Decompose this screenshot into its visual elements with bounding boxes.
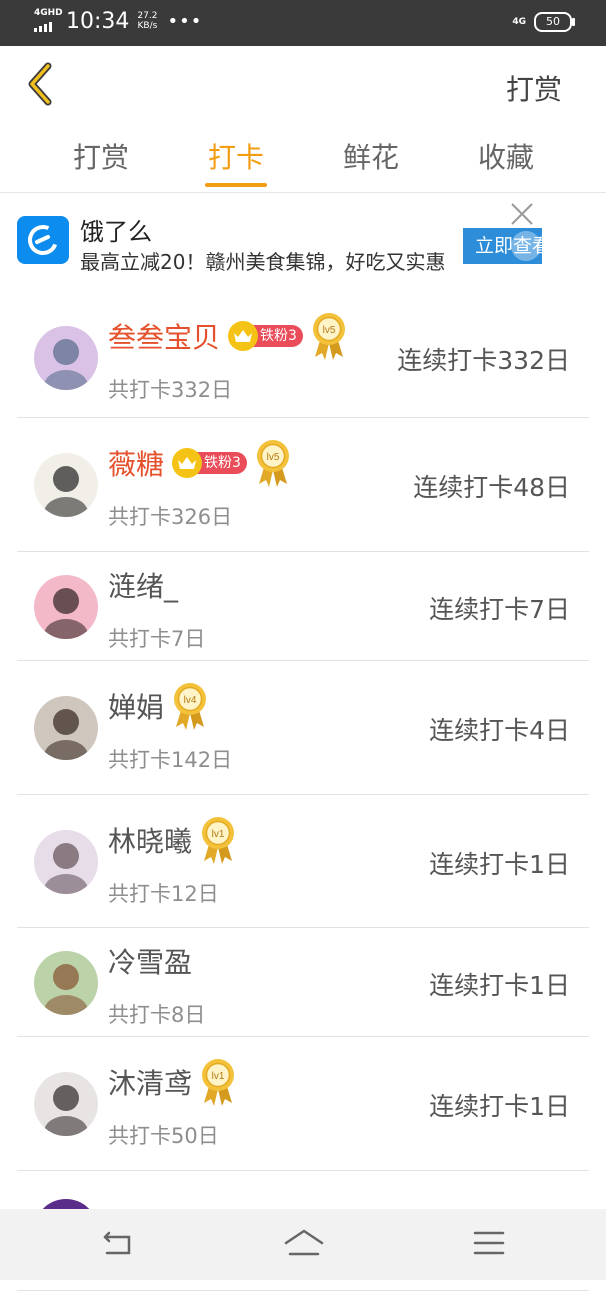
reward-header-button[interactable]: 打赏 (506, 68, 562, 108)
home-nav-button[interactable] (282, 1223, 326, 1263)
tab-favorites[interactable]: 收藏 (461, 136, 551, 176)
level-medal-icon: lv5 (255, 438, 291, 488)
tab-bar: 打赏 打卡 鲜花 收藏 (0, 130, 606, 193)
total-checkins: 共打卡326日 (108, 505, 233, 529)
eleme-logo-icon (17, 216, 69, 264)
close-icon (511, 203, 533, 225)
streak-label: 连续打卡4日 (429, 716, 570, 745)
ad-description: 最高立减20！赣州美食集锦，好吃又实惠 (80, 250, 446, 274)
avatar[interactable] (34, 453, 98, 517)
total-checkins: 共打卡332日 (108, 378, 233, 402)
name-line: 婵娟 lv4 (108, 681, 208, 731)
total-checkins: 共打卡7日 (108, 627, 206, 651)
avatar[interactable] (34, 696, 98, 760)
streak-label: 连续打卡1日 (429, 971, 570, 1000)
name-line: 冷雪盈 (108, 939, 192, 983)
tab-reward[interactable]: 打赏 (56, 136, 146, 176)
level-medal-icon: lv1 (200, 1057, 236, 1107)
total-checkins: 共打卡12日 (108, 882, 219, 906)
user-name[interactable]: 沐清鸢 (108, 1062, 192, 1102)
crown-icon (172, 448, 203, 478)
status-bar: 4GHD 10:34 27.2 KB/s ••• 4G 50 (0, 0, 606, 46)
name-line: 薇糖 铁粉3 lv5 (108, 438, 291, 488)
level-medal-icon: lv1 (200, 815, 236, 865)
network-4g-icon: 4G (512, 16, 526, 27)
network-type: 4GHD (34, 8, 63, 18)
tab-flowers[interactable]: 鲜花 (326, 136, 416, 176)
level-medal-icon: lv5 (311, 311, 347, 361)
avatar[interactable] (34, 830, 98, 894)
name-line: 沐清鸢 lv1 (108, 1057, 236, 1107)
active-tab-indicator (205, 183, 267, 187)
user-name[interactable]: 冷雪盈 (108, 941, 192, 981)
network-speed: 27.2 KB/s (137, 11, 158, 31)
back-nav-icon (103, 1231, 131, 1255)
name-line: 林晓曦 lv1 (108, 815, 236, 865)
total-checkins: 共打卡142日 (108, 748, 233, 772)
back-button[interactable] (20, 56, 64, 112)
more-notifications-icon: ••• (167, 10, 203, 32)
name-line: 叁叁宝贝 铁粉3 lv5 (108, 311, 347, 361)
total-checkins: 共打卡50日 (108, 1124, 219, 1148)
menu-nav-button[interactable] (467, 1223, 511, 1263)
streak-label: 连续打卡7日 (429, 595, 570, 624)
user-name[interactable]: 林晓曦 (108, 820, 192, 860)
ad-banner[interactable]: 饿了么 最高立减20！赣州美食集锦，好吃又实惠 立即查看 (0, 196, 606, 282)
avatar[interactable] (34, 575, 98, 639)
streak-label: 连续打卡1日 (429, 850, 570, 879)
avatar[interactable] (34, 951, 98, 1015)
streak-label: 连续打卡332日 (397, 346, 570, 375)
user-name[interactable]: 叁叁宝贝 (108, 316, 220, 356)
name-line: 涟绪_ (108, 563, 178, 607)
crown-icon (228, 321, 259, 351)
total-checkins: 共打卡8日 (108, 1003, 206, 1027)
clock: 10:34 (66, 8, 130, 34)
checkin-row[interactable]: 沐清鸢 lv1 共打卡50日 连续打卡1日 (0, 1037, 606, 1171)
streak-label: 连续打卡1日 (429, 1092, 570, 1121)
user-name[interactable]: 婵娟 (108, 686, 164, 726)
level-label: lv5 (323, 325, 336, 336)
menu-icon (473, 1231, 505, 1255)
chevron-left-icon (28, 62, 52, 106)
ad-title: 饿了么 (80, 218, 152, 246)
system-nav-bar (0, 1209, 606, 1280)
avatar[interactable] (34, 326, 98, 390)
level-medal-icon: lv4 (172, 681, 208, 731)
battery-icon: 50 (534, 12, 575, 32)
level-label: lv1 (212, 829, 225, 840)
level-label: lv1 (212, 1071, 225, 1082)
checkin-row[interactable]: 叁叁宝贝 铁粉3 lv5 共打卡332日 连续打卡332日 (0, 298, 606, 418)
checkin-row[interactable]: 冷雪盈共打卡8日 连续打卡1日 (0, 928, 606, 1037)
checkin-row[interactable]: 薇糖 铁粉3 lv5 共打卡326日 连续打卡48日 (0, 418, 606, 552)
level-label: lv5 (267, 452, 280, 463)
user-name[interactable]: 涟绪_ (108, 565, 178, 605)
fan-badge: 铁粉3 (172, 448, 247, 478)
app-header: 打赏 (0, 46, 606, 122)
back-nav-button[interactable] (95, 1223, 139, 1263)
checkin-row[interactable]: 涟绪_ 共打卡7日 连续打卡7日 (0, 552, 606, 661)
streak-label: 连续打卡48日 (413, 473, 570, 502)
home-icon (284, 1229, 324, 1256)
tab-checkin[interactable]: 打卡 (191, 136, 281, 176)
checkin-row[interactable]: 婵娟 lv4 共打卡142日 连续打卡4日 (0, 661, 606, 795)
user-name[interactable]: 薇糖 (108, 443, 164, 483)
ad-view-button[interactable]: 立即查看 (463, 228, 542, 264)
level-label: lv4 (184, 695, 197, 706)
avatar[interactable] (34, 1072, 98, 1136)
signal-icon: 4GHD (34, 8, 63, 34)
checkin-row[interactable]: 林晓曦 lv1 共打卡12日 连续打卡1日 (0, 795, 606, 928)
ad-close-button[interactable] (508, 200, 536, 228)
fan-badge: 铁粉3 (228, 321, 303, 351)
touch-indicator (511, 231, 541, 261)
